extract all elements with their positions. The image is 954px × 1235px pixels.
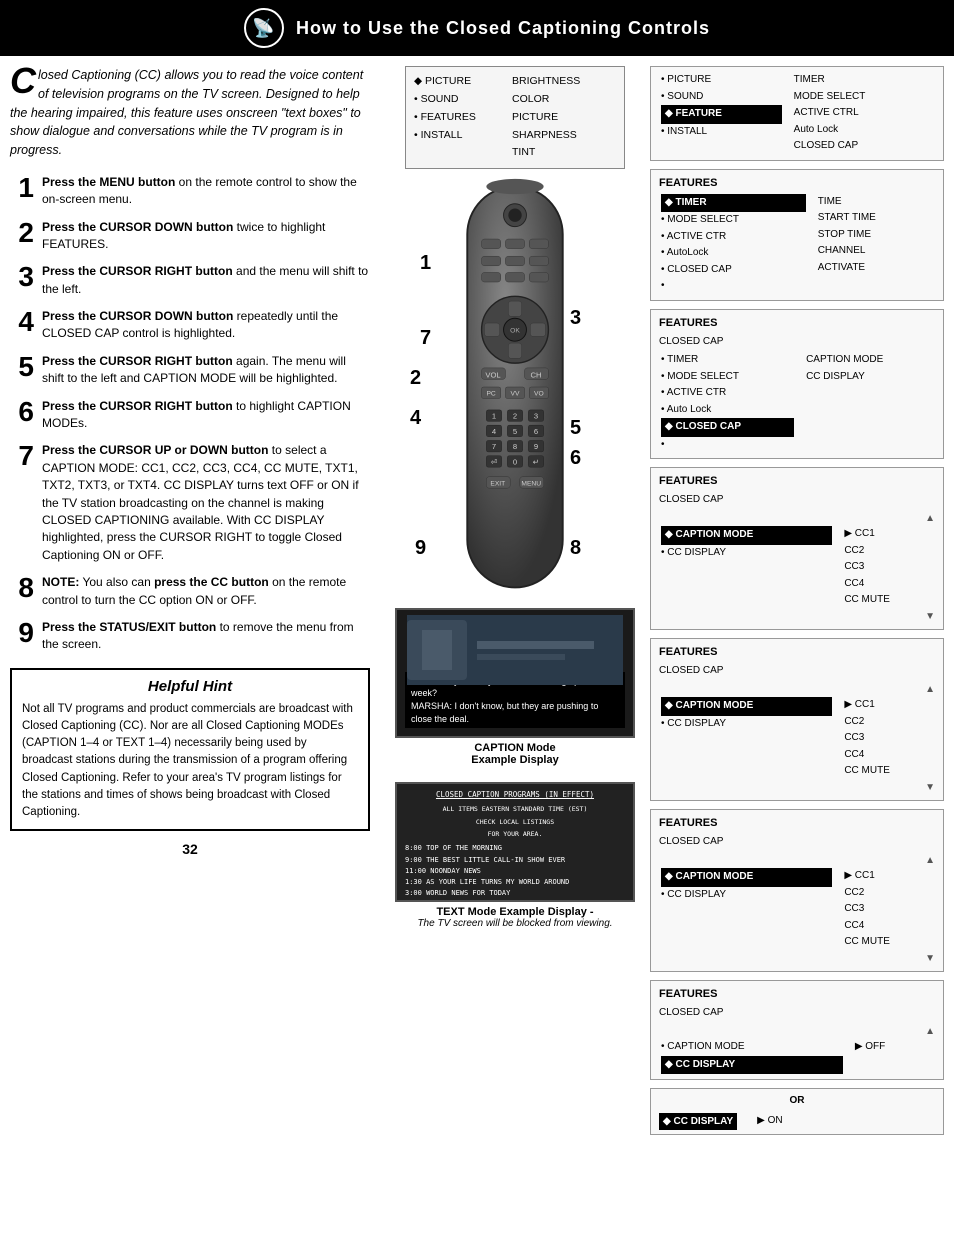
svg-text:2: 2 <box>513 412 517 421</box>
svg-text:OK: OK <box>510 328 520 335</box>
step-num-5: 5 <box>10 353 34 381</box>
step-text-3: Press the CURSOR RIGHT button and the me… <box>42 263 370 298</box>
step-text-4: Press the CURSOR DOWN button repeatedly … <box>42 308 370 343</box>
page-header: 📡 How to Use the Closed Captioning Contr… <box>0 0 954 56</box>
step-num-1: 1 <box>10 174 34 202</box>
step-num-9: 9 <box>10 619 34 647</box>
steps-list: 1 Press the MENU button on the remote co… <box>10 174 370 654</box>
svg-text:MENU: MENU <box>521 481 541 488</box>
step-text-9: Press the STATUS/EXIT button to remove t… <box>42 619 370 654</box>
svg-text:8: 8 <box>513 442 517 451</box>
hint-box: Helpful Hint Not all TV programs and pro… <box>10 668 370 832</box>
svg-text:5: 5 <box>513 427 517 436</box>
step-3: 3 Press the CURSOR RIGHT button and the … <box>10 263 370 298</box>
svg-text:EXIT: EXIT <box>490 481 505 488</box>
remote-svg: OK VOL CH PC VV VO 1 2 3 <box>415 177 615 597</box>
caption-label: CAPTION Mode Example Display <box>395 742 635 766</box>
svg-text:VV: VV <box>511 391 520 398</box>
svg-text:0: 0 <box>513 458 517 467</box>
svg-text:1: 1 <box>492 412 496 421</box>
svg-text:↵: ↵ <box>533 458 539 467</box>
right-menu-5: FEATURES CLOSED CAP ▲ ◆ CAPTION MODE • C… <box>650 638 944 801</box>
text-mode-sublabel: The TV screen will be blocked from viewi… <box>395 918 635 929</box>
step-num-7: 7 <box>10 442 34 470</box>
step-text-7: Press the CURSOR UP or DOWN button to se… <box>42 442 370 564</box>
svg-text:VOL: VOL <box>485 371 500 380</box>
hint-text: Not all TV programs and product commerci… <box>22 701 358 822</box>
svg-text:9: 9 <box>534 442 538 451</box>
remote-control-wrapper: OK VOL CH PC VV VO 1 2 3 <box>415 177 615 600</box>
step-1: 1 Press the MENU button on the remote co… <box>10 174 370 209</box>
step-4: 4 Press the CURSOR DOWN button repeatedl… <box>10 308 370 343</box>
intro-body: losed Captioning (CC) allows you to read… <box>10 68 363 157</box>
right-menu-or: OR ◆ CC DISPLAY ▶ ON <box>650 1088 944 1135</box>
step-num-2: 2 <box>10 219 34 247</box>
svg-text:4: 4 <box>492 427 497 436</box>
step-num-3: 3 <box>10 263 34 291</box>
right-menu-1: • PICTURE • SOUND ◆ FEATURE • INSTALL TI… <box>650 66 944 161</box>
step-num-6: 6 <box>10 398 34 426</box>
svg-text:3: 3 <box>534 412 538 421</box>
header-icon: 📡 <box>244 8 284 48</box>
right-menu-6: FEATURES CLOSED CAP ▲ ◆ CAPTION MODE • C… <box>650 809 944 972</box>
step-num-4: 4 <box>10 308 34 336</box>
svg-text:VO: VO <box>534 391 544 398</box>
right-menu-4: FEATURES CLOSED CAP ▲ ◆ CAPTION MODE • C… <box>650 467 944 630</box>
step-7: 7 Press the CURSOR UP or DOWN button to … <box>10 442 370 564</box>
svg-text:CH: CH <box>530 371 541 380</box>
header-title: How to Use the Closed Captioning Control… <box>296 18 710 39</box>
intro-text: C losed Captioning (CC) allows you to re… <box>10 66 370 160</box>
hint-title: Helpful Hint <box>22 678 358 695</box>
right-menu-7: FEATURES CLOSED CAP ▲ • CAPTION MODE ◆ C… <box>650 980 944 1080</box>
right-menu-2: FEATURES ◆ TIMER • MODE SELECT • ACTIVE … <box>650 169 944 301</box>
step-2: 2 Press the CURSOR DOWN button twice to … <box>10 219 370 254</box>
step-6: 6 Press the CURSOR RIGHT button to highl… <box>10 398 370 433</box>
step-9: 9 Press the STATUS/EXIT button to remove… <box>10 619 370 654</box>
text-mode-wrapper: CLOSED CAPTION PROGRAMS (IN EFFECT) ALL … <box>395 782 635 929</box>
step-num-8: 8 <box>10 574 34 602</box>
step-text-5: Press the CURSOR RIGHT button again. The… <box>42 353 370 388</box>
caption-line2: MARSHA: I don't know, but they are pushi… <box>411 701 598 724</box>
step-text-6: Press the CURSOR RIGHT button to highlig… <box>42 398 370 433</box>
text-mode-screen: CLOSED CAPTION PROGRAMS (IN EFFECT) ALL … <box>395 782 635 902</box>
caption-example: JOHN: Why did they move the meeting up t… <box>395 608 635 766</box>
page-number: 32 <box>10 841 370 857</box>
text-mode-label: TEXT Mode Example Display - <box>395 906 635 918</box>
step-text-1: Press the MENU button on the remote cont… <box>42 174 370 209</box>
menu2-title: FEATURES <box>659 175 935 192</box>
step-8: 8 NOTE: You also can press the CC button… <box>10 574 370 609</box>
right-menu-3: FEATURES CLOSED CAP • TIMER • MODE SELEC… <box>650 309 944 460</box>
right-column: • PICTURE • SOUND ◆ FEATURE • INSTALL TI… <box>650 66 944 1135</box>
svg-text:7: 7 <box>492 442 496 451</box>
drop-cap: C <box>10 66 36 97</box>
step-text-2: Press the CURSOR DOWN button twice to hi… <box>42 219 370 254</box>
step-5: 5 Press the CURSOR RIGHT button again. T… <box>10 353 370 388</box>
left-column: C losed Captioning (CC) allows you to re… <box>10 66 380 1135</box>
svg-text:PC: PC <box>486 391 495 398</box>
step-text-8: NOTE: You also can press the CC button o… <box>42 574 370 609</box>
middle-column: ◆ PICTURE • SOUND • FEATURES • INSTALL B… <box>380 66 650 1135</box>
svg-text:6: 6 <box>534 427 538 436</box>
top-menu-panel: ◆ PICTURE • SOUND • FEATURES • INSTALL B… <box>405 66 625 169</box>
caption-screen: JOHN: Why did they move the meeting up t… <box>395 608 635 738</box>
svg-text:⏎: ⏎ <box>491 458 498 467</box>
